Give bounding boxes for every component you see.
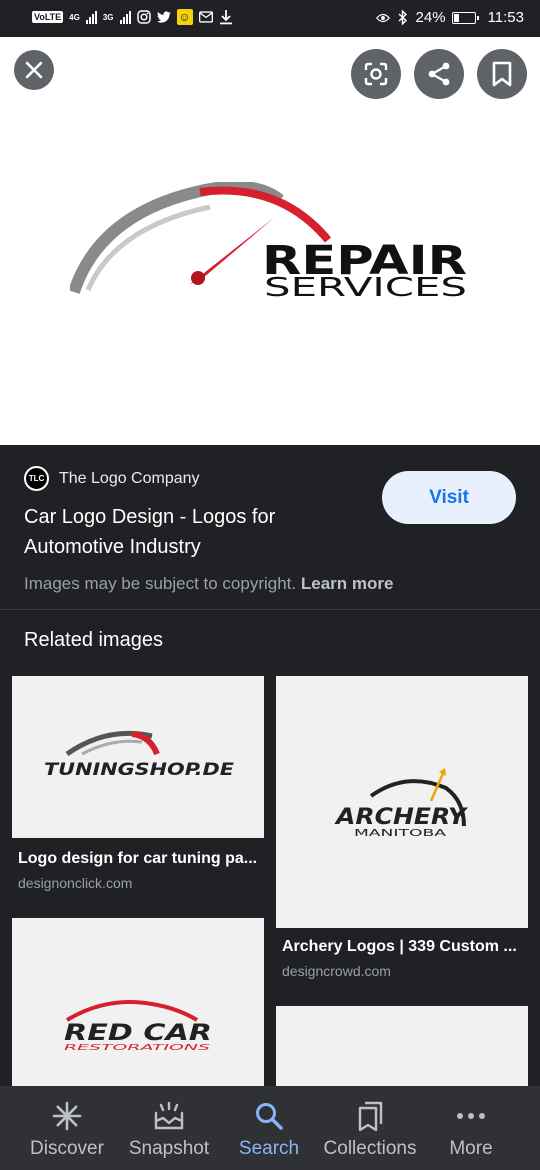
nav-label: More	[449, 1138, 493, 1159]
tuningshop-logo-image: TUNINGSHOP.DE	[44, 730, 234, 780]
source-row[interactable]: TLC The Logo Company	[24, 466, 200, 491]
nav-label: Search	[238, 1138, 300, 1159]
google-lens-button[interactable]	[351, 49, 401, 99]
restorations-text: RESTORATIONS	[64, 1043, 210, 1052]
learn-more-link[interactable]: Learn more	[301, 574, 394, 593]
related-image-card[interactable]: ARCHERY MANITOBA Archery Logos | 339 Cus…	[276, 676, 528, 979]
volte-badge: VoLTE	[32, 11, 64, 23]
status-left: VoLTE 4G 3G ☺	[32, 9, 233, 25]
close-button[interactable]	[14, 50, 54, 90]
related-image-card[interactable]: RED CAR RESTORATIONS	[12, 918, 264, 1086]
network-type-2: 3G	[102, 12, 114, 22]
manitoba-text: MANITOBA	[354, 828, 446, 839]
related-image-card[interactable]: TUNINGSHOP.DE Logo design for car tuning…	[12, 676, 264, 891]
share-button[interactable]	[414, 49, 464, 99]
visit-button[interactable]: Visit	[382, 471, 516, 524]
related-title: Archery Logos | 339 Custom ...	[282, 938, 517, 955]
battery-icon	[451, 11, 479, 24]
collections-icon	[354, 1100, 386, 1132]
logo-text-services: SERVICES	[264, 273, 467, 302]
copyright-notice: Images may be subject to copyright. Lear…	[24, 574, 393, 594]
nav-item-more[interactable]: More	[426, 1086, 516, 1170]
instagram-icon	[136, 10, 151, 24]
red-car-logo-image: RED CAR RESTORATIONS	[64, 1000, 212, 1052]
related-thumbnail[interactable]	[276, 1006, 528, 1086]
copyright-text: Images may be subject to copyright.	[24, 574, 297, 593]
source-favicon: TLC	[24, 466, 49, 491]
related-thumbnail[interactable]: ARCHERY MANITOBA	[276, 676, 528, 928]
related-domain: designcrowd.com	[282, 963, 391, 979]
related-title: Logo design for car tuning pa...	[18, 850, 258, 867]
image-title[interactable]: Car Logo Design - Logos for Automotive I…	[24, 502, 354, 562]
signal-icon	[119, 10, 131, 24]
snapshot-icon	[153, 1100, 185, 1132]
bottom-navigation: Discover Snapshot Search Collections Mor…	[0, 1086, 540, 1170]
nav-label: Snapshot	[128, 1138, 210, 1159]
twitter-icon	[156, 10, 171, 24]
related-thumbnail[interactable]: RED CAR RESTORATIONS	[12, 918, 264, 1086]
related-domain: designonclick.com	[18, 875, 133, 891]
nav-item-discover[interactable]: Discover	[22, 1086, 112, 1170]
status-bar: VoLTE 4G 3G ☺ 24% 11:53	[0, 0, 540, 37]
source-name: The Logo Company	[59, 469, 200, 487]
share-icon	[428, 62, 450, 86]
related-thumbnail[interactable]: TUNINGSHOP.DE	[12, 676, 264, 838]
bookmark-icon	[492, 61, 512, 87]
nav-item-collections[interactable]: Collections	[320, 1086, 420, 1170]
google-lens-icon	[364, 62, 388, 86]
save-to-collection-button[interactable]	[477, 49, 527, 99]
nav-item-search[interactable]: Search	[224, 1086, 314, 1170]
download-icon	[219, 9, 233, 24]
battery-percent: 24%	[415, 9, 446, 26]
bluetooth-icon	[396, 10, 410, 25]
more-dots-icon	[455, 1100, 487, 1132]
smiley-notification-icon: ☺	[176, 9, 193, 25]
search-icon	[253, 1100, 285, 1132]
tuningshop-text: TUNINGSHOP.DE	[44, 760, 234, 780]
image-viewer: REPAIR SERVICES	[0, 37, 540, 445]
image-info-panel: TLC The Logo Company Car Logo Design - L…	[0, 445, 540, 610]
status-right: 24% 11:53	[375, 9, 524, 26]
nav-label: Collections	[323, 1138, 417, 1159]
close-icon	[25, 61, 43, 79]
eye-icon	[375, 11, 390, 25]
related-images-heading: Related images	[24, 629, 163, 651]
clock: 11:53	[487, 9, 524, 26]
asterisk-icon	[51, 1100, 83, 1132]
nav-label: Discover	[30, 1138, 104, 1159]
related-image-card[interactable]	[276, 1006, 528, 1086]
signal-icon	[85, 10, 97, 24]
repair-services-logo-image: REPAIR SERVICES	[70, 182, 467, 302]
archery-logo-image: ARCHERY MANITOBA	[334, 768, 469, 839]
nav-item-snapshot[interactable]: Snapshot	[124, 1086, 214, 1170]
archery-text: ARCHERY	[334, 805, 469, 830]
network-type-1: 4G	[69, 12, 80, 22]
mail-icon	[198, 10, 213, 24]
